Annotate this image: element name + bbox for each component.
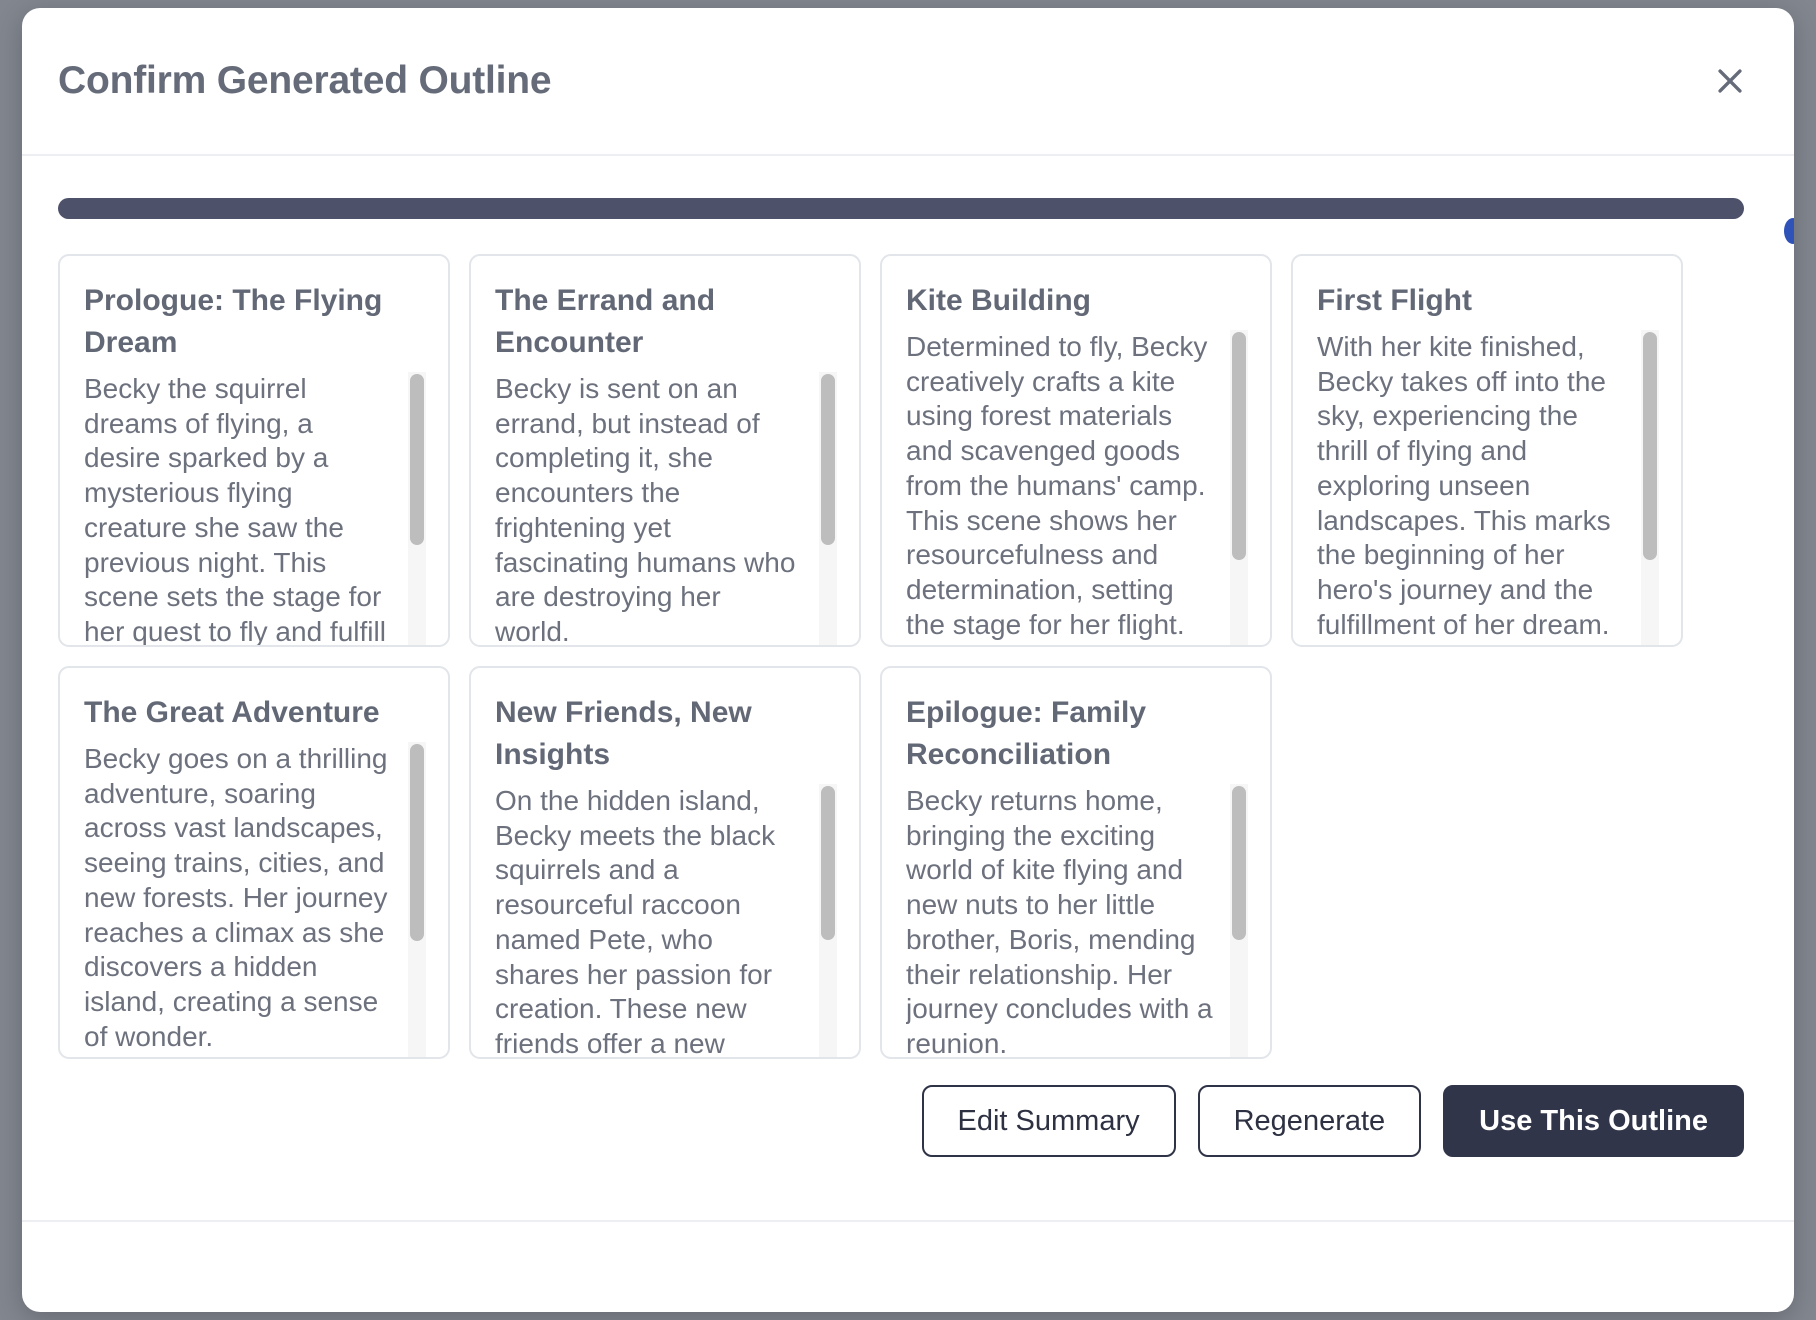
- outline-card-text-wrap: With her kite finished, Becky takes off …: [1317, 330, 1659, 645]
- scrollbar-thumb[interactable]: [1232, 786, 1246, 940]
- outline-card-text: Becky the squirrel dreams of flying, a d…: [84, 373, 386, 645]
- outline-cards-grid: Prologue: The Flying Dream Becky the squ…: [58, 254, 1758, 1059]
- regenerate-button[interactable]: Regenerate: [1197, 1085, 1422, 1157]
- outline-card-title: New Friends, New Insights: [495, 696, 752, 771]
- outline-card-title: Prologue: The Flying Dream: [84, 284, 383, 359]
- outline-card-text-wrap: Becky is sent on an errand, but instead …: [495, 372, 837, 645]
- status-indicator-dot: [1784, 218, 1794, 244]
- outline-card-title: The Great Adventure: [84, 696, 380, 729]
- outline-card[interactable]: First Flight With her kite finished, Bec…: [1291, 254, 1683, 647]
- outline-card-text-wrap: Becky returns home, bringing the excitin…: [906, 784, 1248, 1057]
- outline-card[interactable]: The Errand and Encounter Becky is sent o…: [469, 254, 861, 647]
- scrollbar-thumb[interactable]: [1643, 332, 1657, 561]
- confirm-generated-outline-modal: Confirm Generated Outline Prologue: The …: [22, 8, 1794, 1312]
- outline-card-text-wrap: Determined to fly, Becky creatively craf…: [906, 330, 1248, 645]
- scrollbar[interactable]: [819, 372, 837, 645]
- progress-bar-container: [58, 198, 1758, 219]
- outline-card-text-wrap: Becky the squirrel dreams of flying, a d…: [84, 372, 426, 645]
- scrollbar[interactable]: [1230, 330, 1248, 645]
- scrollbar[interactable]: [408, 372, 426, 645]
- scrollbar-thumb[interactable]: [1232, 332, 1246, 561]
- scrollbar-thumb[interactable]: [821, 374, 835, 545]
- outline-card-text: Becky is sent on an errand, but instead …: [495, 373, 804, 645]
- outline-card-text-wrap: On the hidden island, Becky meets the bl…: [495, 784, 837, 1057]
- modal-footer: [22, 1220, 1794, 1312]
- outline-card-text: Determined to fly, Becky creatively craf…: [906, 331, 1216, 640]
- outline-card[interactable]: Prologue: The Flying Dream Becky the squ…: [58, 254, 450, 647]
- scrollbar[interactable]: [408, 742, 426, 1057]
- outline-card[interactable]: New Friends, New Insights On the hidden …: [469, 666, 861, 1059]
- close-icon[interactable]: [1704, 55, 1756, 107]
- use-this-outline-button[interactable]: Use This Outline: [1443, 1085, 1744, 1157]
- page-title: Confirm Generated Outline: [58, 59, 552, 102]
- scrollbar-thumb[interactable]: [410, 374, 424, 545]
- scrollbar-thumb[interactable]: [410, 744, 424, 941]
- scrollbar[interactable]: [819, 784, 837, 1057]
- scrollbar-thumb[interactable]: [821, 786, 835, 940]
- outline-card-title: Kite Building: [906, 284, 1091, 317]
- outline-card[interactable]: Kite Building Determined to fly, Becky c…: [880, 254, 1272, 647]
- outline-card[interactable]: The Great Adventure Becky goes on a thri…: [58, 666, 450, 1059]
- modal-body: Prologue: The Flying Dream Becky the squ…: [22, 156, 1794, 1220]
- scrollbar[interactable]: [1641, 330, 1659, 645]
- scrollbar[interactable]: [1230, 784, 1248, 1057]
- outline-card-text: Becky returns home, bringing the excitin…: [906, 785, 1221, 1057]
- outline-card-title: Epilogue: Family Reconciliation: [906, 696, 1147, 771]
- outline-card-title: The Errand and Encounter: [495, 284, 716, 359]
- outline-card-text: On the hidden island, Becky meets the bl…: [495, 785, 776, 1057]
- outline-card-text: With her kite finished, Becky takes off …: [1317, 331, 1619, 640]
- outline-card-title: First Flight: [1317, 284, 1472, 317]
- modal-header: Confirm Generated Outline: [22, 8, 1794, 156]
- outline-card-text-wrap: Becky goes on a thrilling adventure, soa…: [84, 742, 426, 1057]
- edit-summary-button[interactable]: Edit Summary: [921, 1085, 1176, 1157]
- progress-bar: [58, 198, 1744, 219]
- outline-card[interactable]: Epilogue: Family Reconciliation Becky re…: [880, 666, 1272, 1059]
- outline-card-text: Becky goes on a thrilling adventure, soa…: [84, 743, 396, 1052]
- modal-action-buttons: Edit Summary Regenerate Use This Outline: [58, 1085, 1758, 1157]
